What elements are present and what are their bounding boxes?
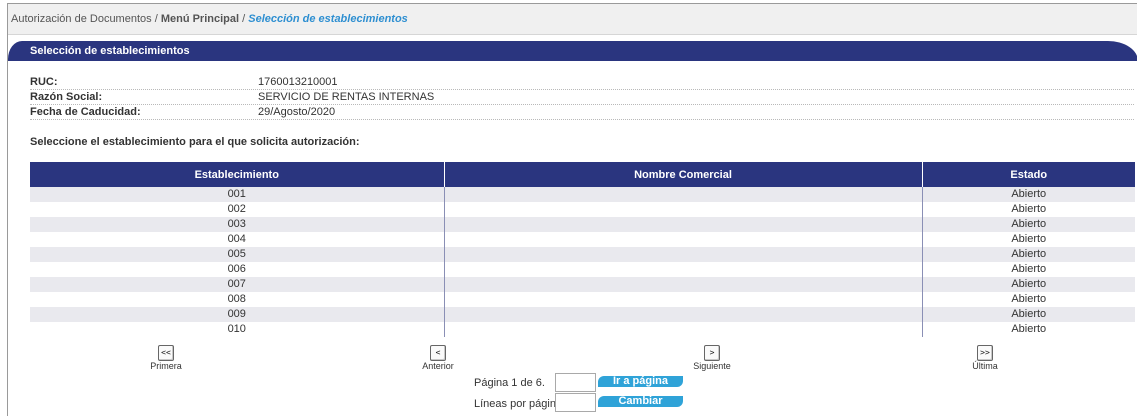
cell-establecimiento[interactable]: 001	[30, 187, 445, 202]
previous-page-label[interactable]: Anterior	[408, 361, 468, 371]
cell-establecimiento[interactable]: 004	[30, 232, 445, 247]
breadcrumb-separator: /	[151, 13, 161, 25]
cell-nombre-comercial	[444, 187, 923, 202]
cell-estado: Abierto	[1011, 323, 1047, 335]
breadcrumb-separator: /	[239, 13, 249, 25]
cell-estado: Abierto	[922, 217, 1135, 232]
cell-nombre-comercial	[444, 232, 923, 247]
cell-establecimiento[interactable]: 002	[30, 202, 445, 217]
taxpayer-info: RUC: 1760013210001 Razón Social: SERVICI…	[30, 75, 1134, 120]
go-to-page-button[interactable]: Ir a página	[598, 376, 683, 387]
breadcrumb-link-menu-principal[interactable]: Menú Principal	[161, 13, 239, 25]
pager-next: > Siguiente	[682, 345, 742, 371]
page-indicator: Página 1 de 6.	[474, 377, 545, 389]
razon-social-label: Razón Social:	[30, 91, 103, 103]
header-nombre-comercial: Nombre Comercial	[444, 162, 923, 187]
table-row[interactable]: 002 Abierto	[30, 202, 1135, 217]
cell-estado: Abierto	[922, 277, 1135, 292]
info-row-razon-social: Razón Social: SERVICIO DE RENTAS INTERNA…	[30, 90, 1134, 105]
breadcrumb: Autorización de Documentos / Menú Princi…	[8, 4, 1137, 35]
cell-estado: Abierto	[1011, 203, 1047, 215]
ruc-label: RUC:	[30, 76, 58, 88]
section-title-bar: Selección de establecimientos	[8, 41, 1137, 61]
cell-estado: Abierto	[1011, 233, 1047, 245]
cell-nombre-comercial	[444, 217, 923, 232]
table-row[interactable]: 003 Abierto	[30, 217, 1135, 232]
cell-establecimiento[interactable]: 008	[30, 292, 445, 307]
establishments-table: Establecimiento Nombre Comercial Estado …	[30, 162, 1135, 337]
table-header-row: Establecimiento Nombre Comercial Estado	[30, 162, 1135, 187]
info-row-ruc: RUC: 1760013210001	[30, 75, 1134, 90]
ruc-value: 1760013210001	[258, 76, 338, 88]
first-page-label[interactable]: Primera	[136, 361, 196, 371]
cell-nombre-comercial	[444, 247, 923, 262]
lines-per-page-input[interactable]	[555, 393, 596, 412]
breadcrumb-current: Selección de establecimientos	[248, 13, 408, 25]
cell-establecimiento[interactable]: 006	[30, 262, 445, 277]
cell-establecimiento[interactable]: 010	[30, 322, 445, 337]
section-title: Selección de establecimientos	[30, 45, 190, 57]
first-page-button[interactable]: <<	[158, 345, 174, 361]
cell-nombre-comercial	[444, 307, 923, 322]
cell-establecimiento[interactable]: 007	[30, 277, 445, 292]
cell-estado: Abierto	[1011, 263, 1047, 275]
info-row-fecha-caducidad: Fecha de Caducidad: 29/Agosto/2020	[30, 105, 1134, 120]
cell-estado: Abierto	[922, 307, 1135, 322]
header-establecimiento: Establecimiento	[30, 162, 445, 187]
cell-nombre-comercial	[444, 322, 923, 337]
lines-per-page-label: Líneas por página:	[474, 398, 566, 410]
header-estado: Estado	[922, 162, 1135, 187]
cell-establecimiento[interactable]: 009	[30, 307, 445, 322]
table-row[interactable]: 009 Abierto	[30, 307, 1135, 322]
cell-nombre-comercial	[444, 262, 923, 277]
cell-estado: Abierto	[922, 247, 1135, 262]
change-lines-button[interactable]: Cambiar	[598, 396, 683, 407]
table-row[interactable]: 005 Abierto	[30, 247, 1135, 262]
table-row[interactable]: 006 Abierto	[30, 262, 1135, 277]
cell-estado: Abierto	[1011, 293, 1047, 305]
table-row[interactable]: 007 Abierto	[30, 277, 1135, 292]
fecha-caducidad-value: 29/Agosto/2020	[258, 106, 336, 118]
page-number-input[interactable]	[555, 373, 596, 392]
previous-page-button[interactable]: <	[430, 345, 446, 361]
table-row[interactable]: 010 Abierto	[30, 322, 1135, 337]
razon-social-value: SERVICIO DE RENTAS INTERNAS	[258, 91, 435, 103]
instruction-text: Seleccione el establecimiento para el qu…	[30, 136, 360, 148]
page-frame: Autorización de Documentos / Menú Princi…	[7, 3, 1137, 416]
cell-nombre-comercial	[444, 277, 923, 292]
table-row[interactable]: 008 Abierto	[30, 292, 1135, 307]
cell-estado: Abierto	[922, 187, 1135, 202]
table-row[interactable]: 001 Abierto	[30, 187, 1135, 202]
breadcrumb-link-autorizacion[interactable]: Autorización de Documentos	[11, 13, 152, 25]
cell-nombre-comercial	[444, 202, 923, 217]
last-page-label[interactable]: Última	[955, 361, 1015, 371]
cell-establecimiento[interactable]: 005	[30, 247, 445, 262]
next-page-label[interactable]: Siguiente	[682, 361, 742, 371]
cell-nombre-comercial	[444, 292, 923, 307]
table-row[interactable]: 004 Abierto	[30, 232, 1135, 247]
fecha-caducidad-label: Fecha de Caducidad:	[30, 106, 141, 118]
cell-establecimiento[interactable]: 003	[30, 217, 445, 232]
next-page-button[interactable]: >	[704, 345, 720, 361]
pager-first: << Primera	[136, 345, 196, 371]
pager-previous: < Anterior	[408, 345, 468, 371]
pager-last: >> Última	[955, 345, 1015, 371]
last-page-button[interactable]: >>	[977, 345, 993, 361]
